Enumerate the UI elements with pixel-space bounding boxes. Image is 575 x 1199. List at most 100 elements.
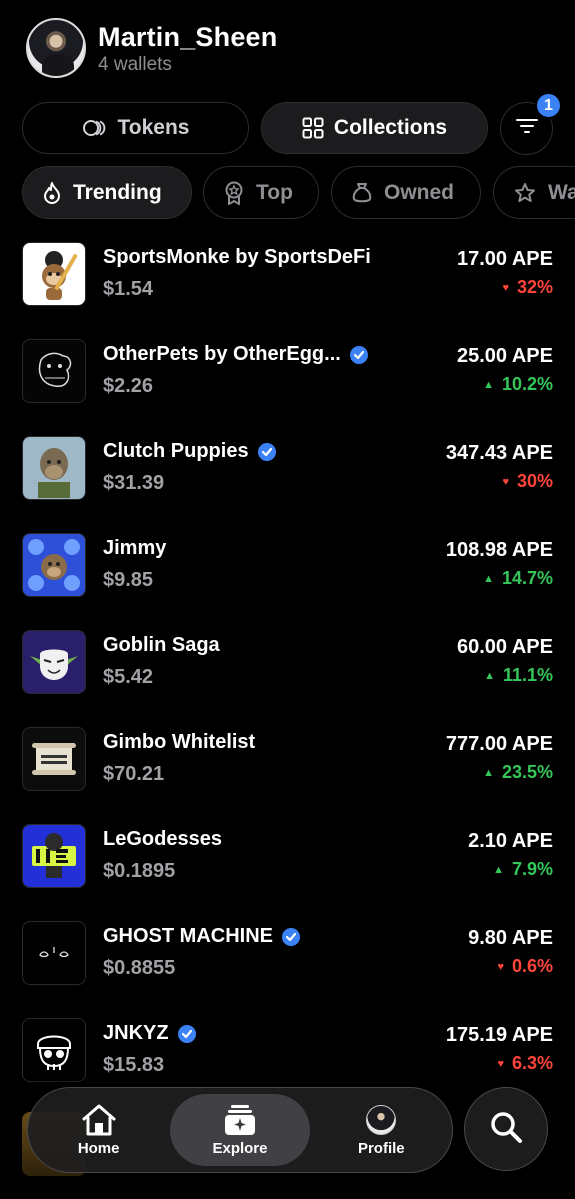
verified-badge-icon [349,345,369,365]
tokens-icon [82,118,108,138]
collection-thumbnail [22,339,86,403]
collection-row[interactable]: SportsMonke by SportsDeFi $1.54 17.00 AP… [0,232,575,329]
verified-badge-icon [257,442,277,462]
collection-ape-price: 347.43 APE [445,442,553,464]
filter-icon [515,118,538,139]
flame-icon [43,181,61,204]
collection-name: LeGodesses [103,828,222,850]
up-arrow-icon: ▲ [493,863,504,876]
collection-ape-price: 25.00 APE [457,345,553,367]
collection-row[interactable]: Jimmy $9.85 108.98 APE ▲ 14.7% [0,523,575,620]
price-change: ♥ 32% [502,277,553,297]
collection-thumbnail [22,436,86,500]
price-change: ▲ 10.2% [483,374,553,394]
collection-ape-price: 9.80 APE [468,927,553,949]
collections-tab[interactable]: Collections [261,102,488,154]
collection-usd-price: $1.54 [103,278,154,300]
tab-home[interactable]: Home [29,1094,169,1166]
collection-thumbnail [22,630,86,694]
bag-icon [352,182,372,204]
verified-badge-icon [177,1024,197,1044]
price-change: ▲ 11.1% [484,665,553,685]
collection-usd-price: $2.26 [103,375,154,397]
filter-count-badge: 1 [535,92,562,119]
down-arrow-icon: ♥ [497,960,504,973]
collection-ape-price: 2.10 APE [468,830,553,852]
collection-usd-price: $70.21 [103,763,165,785]
collection-usd-price: $31.39 [103,472,165,494]
chip-owned[interactable]: Owned [331,166,481,219]
collection-list: SportsMonke by SportsDeFi $1.54 17.00 AP… [0,232,575,1105]
wallet-count: 4 wallets [98,53,172,75]
collection-name: OtherPets by OtherEgg... [103,343,369,366]
price-change: ▲ 23.5% [483,762,553,782]
collection-thumbnail [22,921,86,985]
price-change: ♥ 0.6% [497,956,553,976]
profile-avatar [366,1103,397,1137]
price-change: ♥ 30% [502,471,553,491]
down-arrow-icon: ♥ [502,475,509,488]
collection-name: Gimbo Whitelist [103,731,256,753]
user-block: Martin_Sheen 4 wallets [98,21,277,76]
collection-name: Goblin Saga [103,634,220,656]
collection-ape-price: 777.00 APE [445,733,553,755]
home-icon [81,1103,117,1137]
collection-usd-price: $5.42 [103,666,154,688]
collection-ape-price: 108.98 APE [445,539,553,561]
chip-top-label: Top [256,180,293,204]
down-arrow-icon: ♥ [502,281,509,294]
tokens-tab[interactable]: Tokens [22,102,249,154]
chip-watchlist-label: Wa [548,180,575,204]
chip-watchlist[interactable]: Wa [493,166,575,219]
collection-name: Jimmy [103,537,167,559]
down-arrow-icon: ♥ [497,1057,504,1070]
collection-thumbnail [22,533,86,597]
collection-usd-price: $0.1895 [103,860,176,882]
chip-trending[interactable]: Trending [22,166,192,219]
tab-explore-label: Explore [212,1140,268,1157]
tab-explore[interactable]: Explore [169,1094,310,1166]
collection-row[interactable]: GHOST MACHINE $0.8855 9.80 APE ♥ 0.6% [0,911,575,1008]
collection-name: Clutch Puppies [103,440,277,463]
tokens-tab-label: Tokens [117,116,190,139]
search-icon [488,1109,524,1150]
user-name: Martin_Sheen [98,21,278,52]
collection-row[interactable]: OtherPets by OtherEgg... $2.26 25.00 APE… [0,329,575,426]
tab-profile[interactable]: Profile [311,1094,451,1166]
collection-ape-price: 175.19 APE [445,1024,553,1046]
up-arrow-icon: ▲ [483,572,494,585]
chip-owned-label: Owned [384,180,455,204]
collection-row[interactable]: Clutch Puppies $31.39 347.43 APE ♥ 30% [0,426,575,523]
collection-name: SportsMonke by SportsDeFi [103,246,371,268]
verified-badge-icon [281,927,301,947]
collection-usd-price: $9.85 [103,569,154,591]
collection-usd-price: $0.8855 [103,957,176,979]
star-icon [514,182,536,204]
collection-name: JNKYZ [103,1022,197,1045]
collection-ape-price: 17.00 APE [457,248,553,270]
collection-thumbnail [22,824,86,888]
collection-usd-price: $15.83 [103,1054,165,1076]
collection-name: GHOST MACHINE [103,925,301,948]
collections-grid-icon [302,117,324,139]
explore-icon [223,1103,257,1137]
tab-profile-label: Profile [357,1140,405,1157]
profile-header[interactable]: Martin_Sheen 4 wallets [26,18,277,78]
search-button[interactable] [464,1087,548,1171]
collection-row[interactable]: Gimbo Whitelist $70.21 777.00 APE ▲ 23.5% [0,717,575,814]
price-change: ▲ 14.7% [483,568,553,588]
collection-thumbnail [22,727,86,791]
tab-bar: Home Explore Profile [27,1087,453,1173]
up-arrow-icon: ▲ [483,766,494,779]
chip-top[interactable]: Top [203,166,319,219]
up-arrow-icon: ▲ [483,378,494,391]
award-icon [224,181,244,205]
collection-thumbnail [22,1018,86,1082]
collection-row[interactable]: LeGodesses $0.1895 2.10 APE ▲ 7.9% [0,814,575,911]
collection-ape-price: 60.00 APE [457,636,553,658]
collection-thumbnail [22,242,86,306]
up-arrow-icon: ▲ [484,669,495,682]
collection-row[interactable]: Goblin Saga $5.42 60.00 APE ▲ 11.1% [0,620,575,717]
price-change: ▲ 7.9% [493,859,553,879]
user-avatar[interactable] [26,18,86,78]
